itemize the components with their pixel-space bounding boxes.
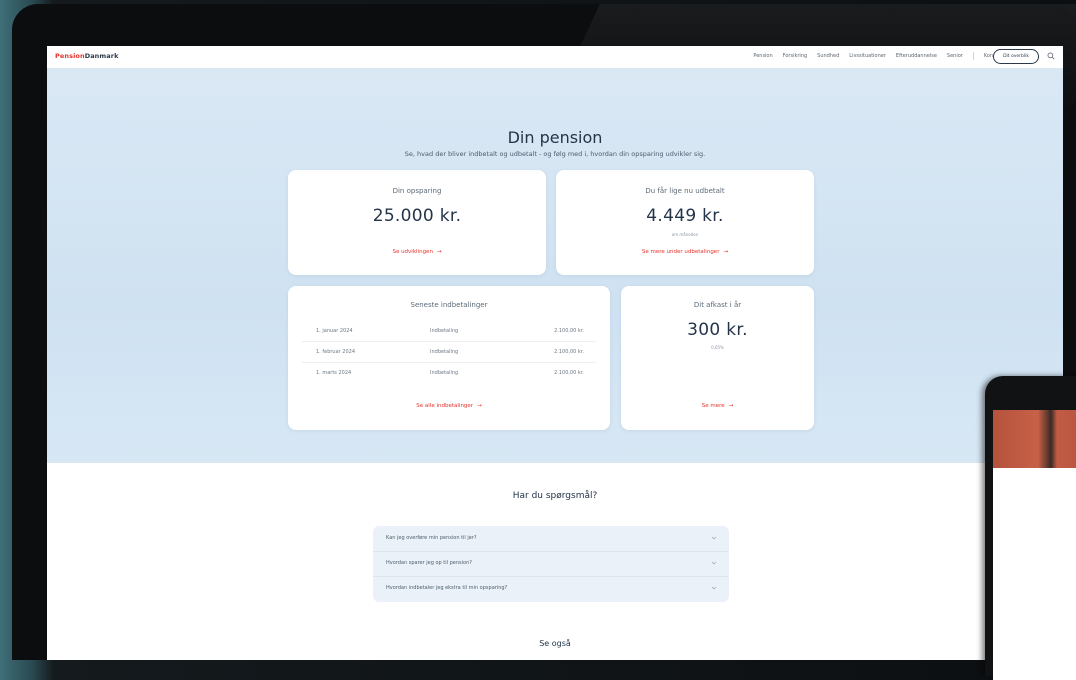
tablet-device xyxy=(985,376,1076,680)
page-subtitle: Se, hvad der bliver indbetalt og udbetal… xyxy=(404,150,706,158)
brand-logo[interactable]: PensionDanmark xyxy=(55,52,119,60)
savings-card: Din opsparing 25.000 kr. Se udviklingen → xyxy=(288,170,546,275)
returns-value: 300 kr. xyxy=(687,320,748,340)
payout-card: Du får lige nu udbetalt 4.449 kr. om mån… xyxy=(556,170,814,275)
chevron-down-icon xyxy=(711,561,717,565)
all-payments-link[interactable]: Se alle indbetalinger → xyxy=(288,403,610,409)
payout-note: om måneden xyxy=(671,232,699,237)
table-row: 1. marts 2024 Indbetaling 2.100,00 kr. xyxy=(316,370,584,376)
savings-link[interactable]: Se udviklingen → xyxy=(288,249,546,255)
faq-item[interactable]: Hvordan indbetaler jeg ekstra til min op… xyxy=(373,576,729,601)
nav-link-livssituationer[interactable]: Livssituationer xyxy=(849,53,886,60)
table-row: 1. februar 2024 Indbetaling 2.100,00 kr. xyxy=(302,342,596,363)
faq-item[interactable]: Hvordan sparer jeg op til pension? xyxy=(373,551,729,577)
savings-label: Din opsparing xyxy=(392,187,442,195)
page-title: Din pension xyxy=(507,128,603,147)
tablet-screen xyxy=(993,410,1076,680)
nav-link-forsikring[interactable]: Forsikring xyxy=(783,53,808,60)
nav-links: Pension Forsikring Sundhed Livssituation… xyxy=(753,52,1003,60)
arrow-right-icon: → xyxy=(477,403,482,409)
nav-link-sundhed[interactable]: Sundhed xyxy=(817,53,839,60)
chevron-down-icon xyxy=(711,536,717,540)
arrow-right-icon: → xyxy=(436,249,442,255)
returns-card: Dit afkast i år 300 kr. 0,05% Se mere → xyxy=(621,286,814,430)
overview-button[interactable]: Dit overblik xyxy=(993,49,1039,64)
nav-link-pension[interactable]: Pension xyxy=(753,53,772,60)
table-row: 1. januar 2024 Indbetaling 2.100,00 kr. xyxy=(302,321,596,342)
faq-item[interactable]: Kan jeg overføre min pension til jer? xyxy=(373,526,729,552)
returns-link[interactable]: Se mere → xyxy=(621,403,814,409)
nav-link-efteruddannelse[interactable]: Efteruddannelse xyxy=(896,53,937,60)
pension-hero: Din pension Se, hvad der bliver indbetal… xyxy=(47,68,1063,463)
returns-note: 0,05% xyxy=(711,345,724,350)
nav-link-senior[interactable]: Senior xyxy=(947,53,963,60)
payments-label: Seneste indbetalinger xyxy=(410,301,488,309)
payout-label: Du får lige nu udbetalt xyxy=(645,187,725,195)
chevron-down-icon xyxy=(711,586,717,590)
tablet-photo xyxy=(993,410,1076,468)
faq-accordion: Kan jeg overføre min pension til jer? Hv… xyxy=(373,526,729,602)
payments-card: Seneste indbetalinger 1. januar 2024 Ind… xyxy=(288,286,610,430)
see-also-heading: Se også xyxy=(539,639,571,648)
faq-title: Har du spørgsmål? xyxy=(512,491,598,501)
arrow-right-icon: → xyxy=(723,249,729,255)
search-icon[interactable] xyxy=(1047,52,1055,60)
payout-link[interactable]: Se mere under udbetalinger → xyxy=(556,249,814,255)
top-navigation: PensionDanmark Pension Forsikring Sundhe… xyxy=(47,46,1063,69)
returns-label: Dit afkast i år xyxy=(693,301,742,309)
savings-value: 25.000 kr. xyxy=(372,206,462,226)
arrow-right-icon: → xyxy=(728,403,734,409)
nav-divider xyxy=(972,52,974,60)
laptop-screen: PensionDanmark Pension Forsikring Sundhe… xyxy=(47,46,1063,660)
payout-value: 4.449 kr. xyxy=(646,206,724,226)
